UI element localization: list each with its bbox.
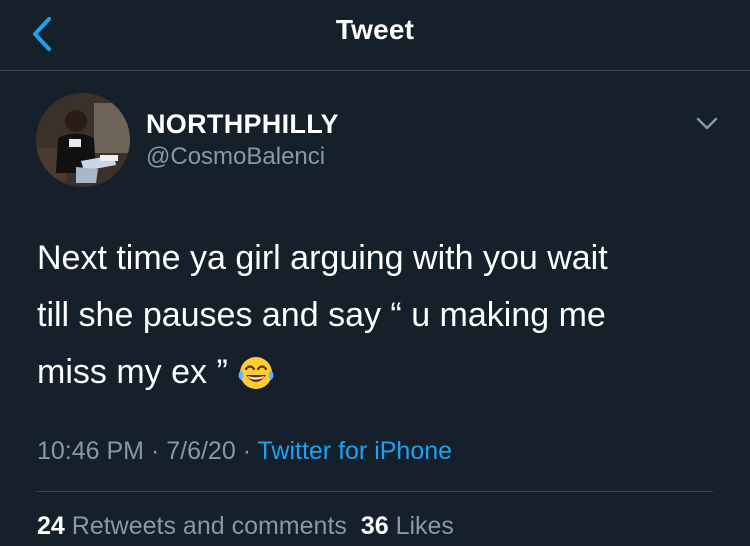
tweet-meta: 10:46 PM · 7/6/20 · Twitter for iPhone — [37, 437, 452, 466]
retweets-label: Retweets and comments — [71, 512, 347, 540]
likes-count: 36 — [360, 512, 389, 540]
divider — [37, 491, 713, 492]
tweet-date: 7/6/20 — [166, 437, 236, 465]
likes-stat[interactable]: 36 Likes — [361, 512, 454, 540]
avatar-image — [36, 93, 130, 187]
page-title: Tweet — [335, 14, 415, 45]
retweets-stat[interactable]: 24 Retweets and comments — [37, 512, 347, 540]
avatar[interactable] — [36, 93, 130, 187]
top-bar: Tweet — [0, 0, 750, 71]
tweet-stats: 24 Retweets and comments 36 Likes — [37, 512, 454, 541]
more-options-button[interactable] — [694, 110, 720, 136]
tweet-text-line: till she pauses and say “ u making me — [37, 296, 606, 334]
tweet-time: 10:46 PM — [37, 437, 145, 465]
retweets-count: 24 — [37, 512, 65, 540]
face-with-tears-of-joy-icon — [236, 353, 276, 411]
tweet-text: Next time ya girl arguing with you wait … — [37, 230, 717, 411]
tweet-text-line: Next time ya girl arguing with you wait — [37, 239, 608, 277]
chevron-down-icon — [696, 117, 718, 130]
likes-label: Likes — [395, 512, 454, 540]
separator: · — [235, 437, 258, 465]
tweet-text-line: miss my ex ” — [37, 344, 717, 411]
author-handle[interactable]: @CosmoBalenci — [146, 143, 325, 171]
author-name[interactable]: NORTHPHILLY — [146, 109, 339, 140]
tweet-source-link[interactable]: Twitter for iPhone — [258, 437, 453, 465]
separator: · — [144, 437, 167, 465]
tweet-text-segment: miss my ex ” — [37, 353, 228, 391]
